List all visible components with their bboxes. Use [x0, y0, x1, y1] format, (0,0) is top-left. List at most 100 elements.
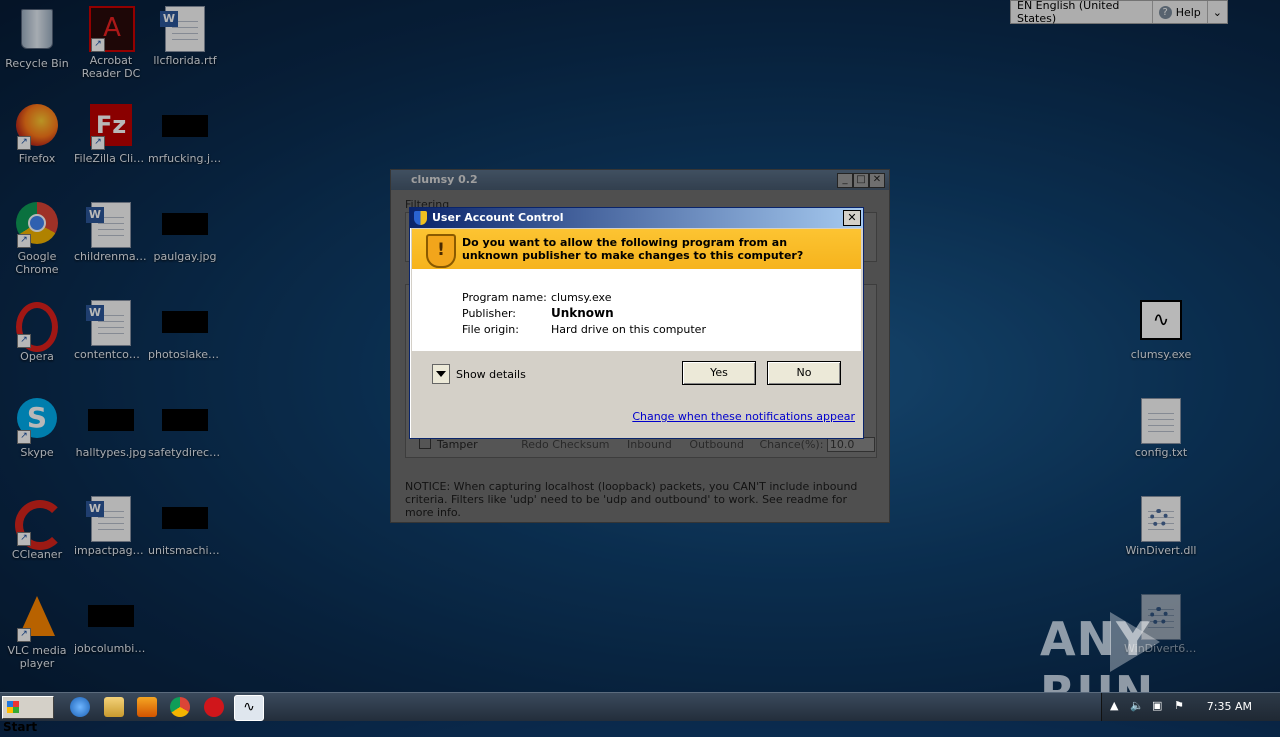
desktop-icon-filezilla[interactable]: Fz ↗ FileZilla Client — [74, 104, 148, 165]
explorer-taskbar-icon[interactable] — [104, 697, 124, 717]
shortcut-arrow-icon: ↗ — [91, 136, 105, 150]
windows-logo-icon — [7, 701, 19, 713]
redo-checksum-option[interactable]: Redo Checksum — [521, 438, 609, 451]
desktop-icon-unitsmachin[interactable]: unitsmachin... — [148, 496, 222, 557]
word-document-icon: W — [86, 300, 133, 346]
dll-gear-icon — [1139, 496, 1183, 542]
desktop-icon-skype[interactable]: S ↗ Skype — [0, 398, 74, 459]
opera-taskbar-icon[interactable] — [204, 697, 224, 717]
loopback-notice: NOTICE: When capturing localhost (loopba… — [405, 480, 858, 519]
tray-expand-icon[interactable]: ▲ — [1110, 699, 1118, 712]
shortcut-arrow-icon: ↗ — [17, 430, 31, 444]
shortcut-arrow-icon: ↗ — [91, 38, 105, 52]
help-button[interactable]: ? Help — [1153, 1, 1208, 23]
flag-icon[interactable]: ⚑ — [1174, 699, 1184, 712]
close-button[interactable]: ✕ — [843, 210, 861, 226]
ie-taskbar-icon[interactable] — [70, 697, 90, 717]
uac-dialog: User Account Control ✕ ! Do you want to … — [409, 207, 864, 439]
firefox-icon: ↗ — [15, 104, 59, 150]
language-selector[interactable]: EN English (United States) — [1011, 0, 1153, 25]
desktop-icon-llcflorida[interactable]: W llcflorida.rtf — [148, 6, 222, 67]
acrobat-icon: A ↗ — [89, 6, 135, 52]
image-thumbnail — [162, 311, 208, 333]
chance-label: Chance(%): — [759, 438, 824, 451]
uac-warning-banner: ! Do you want to allow the following pro… — [412, 229, 861, 269]
desktop-icon-contentcom[interactable]: W contentcom... — [74, 300, 148, 361]
desktop-icon-vlc[interactable]: ↗ VLC media player — [0, 594, 74, 670]
media-player-taskbar-icon[interactable] — [137, 697, 157, 717]
inbound-option[interactable]: Inbound — [627, 438, 672, 451]
image-thumbnail — [162, 213, 208, 235]
clumsy-taskbar-icon[interactable]: ∿ — [234, 695, 264, 721]
recycle-bin-icon — [15, 9, 59, 53]
shortcut-arrow-icon: ↗ — [17, 532, 31, 546]
file-origin-row: File origin: Hard drive on this computer — [462, 323, 706, 336]
clock[interactable]: 7:35 AM — [1207, 700, 1252, 713]
desktop-icon-photoslake[interactable]: photoslake.jpg — [148, 300, 222, 361]
show-details-toggle[interactable]: Show details — [432, 364, 526, 384]
desktop-icon-recycle-bin[interactable]: Recycle Bin — [0, 6, 74, 70]
language-bar-options[interactable]: ⌄ — [1208, 1, 1227, 23]
network-icon[interactable]: ▣ — [1152, 699, 1162, 712]
chrome-icon: ↗ — [15, 202, 59, 248]
uac-title-bar: User Account Control ✕ — [410, 208, 863, 228]
desktop-icon-windivert-dll[interactable]: WinDivert.dll — [1124, 496, 1198, 557]
desktop-icon-ccleaner[interactable]: ↗ CCleaner — [0, 496, 74, 561]
word-document-icon: W — [86, 202, 133, 248]
chrome-taskbar-icon[interactable] — [170, 697, 190, 717]
start-button[interactable]: Start — [2, 696, 54, 734]
language-bar: EN English (United States) ? Help ⌄ — [1010, 0, 1228, 25]
chevron-down-icon: ⌄ — [1212, 5, 1222, 19]
warning-shield-icon: ! — [426, 234, 456, 268]
clumsy-exe-icon: ∿ — [1139, 300, 1183, 344]
desktop-icon-config-txt[interactable]: config.txt — [1124, 398, 1198, 459]
desktop-icon-mrfucking[interactable]: mrfucking.jpg — [148, 104, 222, 165]
shortcut-arrow-icon: ↗ — [17, 628, 31, 642]
taskbar: Start ∿ ▲ 🔈 ▣ ⚑ 7:35 AM — [0, 692, 1280, 734]
ccleaner-icon: ↗ — [15, 500, 65, 550]
clumsy-title: clumsy 0.2 — [391, 170, 889, 190]
desktop-icon-clumsy-exe[interactable]: ∿ clumsy.exe — [1124, 300, 1198, 361]
image-thumbnail — [162, 507, 208, 529]
desktop-icon-acrobat[interactable]: A ↗ Acrobat Reader DC — [74, 6, 148, 80]
opera-icon: ↗ — [15, 302, 59, 352]
maximize-button[interactable]: □ — [853, 173, 869, 188]
shortcut-arrow-icon: ↗ — [17, 334, 31, 348]
help-icon: ? — [1158, 5, 1172, 19]
close-button[interactable]: ✕ — [869, 173, 885, 188]
outbound-option[interactable]: Outbound — [689, 438, 744, 451]
minimize-button[interactable]: _ — [837, 173, 853, 188]
desktop-icon-impactpage[interactable]: W impactpage.rtf — [74, 496, 148, 557]
shortcut-arrow-icon: ↗ — [17, 136, 31, 150]
tamper-row: Tamper Redo Checksum Inbound Outbound Ch… — [419, 437, 875, 452]
change-notifications-link[interactable]: Change when these notifications appear — [632, 410, 855, 423]
yes-button[interactable]: Yes — [682, 361, 756, 385]
desktop-icon-firefox[interactable]: ↗ Firefox — [0, 104, 74, 165]
system-tray: ▲ 🔈 ▣ ⚑ 7:35 AM — [1101, 693, 1280, 721]
word-document-icon: W — [86, 496, 133, 542]
image-thumbnail — [162, 115, 208, 137]
desktop-icon-safetydirect[interactable]: safetydirect... — [148, 398, 222, 459]
uac-question: Do you want to allow the following progr… — [462, 236, 804, 262]
image-thumbnail — [162, 409, 208, 431]
volume-icon[interactable]: 🔈 — [1130, 699, 1144, 712]
uac-shield-icon — [414, 211, 427, 225]
close-icon: ✕ — [847, 211, 857, 224]
uac-program-info: Program name: clumsy.exe Publisher: Unknow… — [412, 269, 861, 351]
filezilla-icon: Fz ↗ — [89, 104, 133, 150]
desktop-icon-jobcolumbia[interactable]: jobcolumbia... — [74, 594, 148, 655]
image-thumbnail — [88, 409, 134, 431]
text-file-icon — [1139, 398, 1183, 444]
word-document-icon: W — [160, 6, 207, 52]
desktop-icon-childrenmail[interactable]: W childrenmail.rtf — [74, 202, 148, 263]
desktop-icon-paulgay[interactable]: paulgay.jpg — [148, 202, 222, 263]
shortcut-arrow-icon: ↗ — [17, 234, 31, 248]
desktop-icon-chrome[interactable]: ↗ Google Chrome — [0, 202, 74, 276]
chance-input[interactable]: 10.0 — [826, 437, 875, 452]
no-button[interactable]: No — [767, 361, 841, 385]
chevron-down-icon — [432, 364, 450, 384]
desktop-icon-opera[interactable]: ↗ Opera — [0, 300, 74, 363]
desktop-icon-halltypes[interactable]: halltypes.jpg — [74, 398, 148, 459]
vlc-cone-icon: ↗ — [15, 596, 59, 642]
image-thumbnail — [88, 605, 134, 627]
